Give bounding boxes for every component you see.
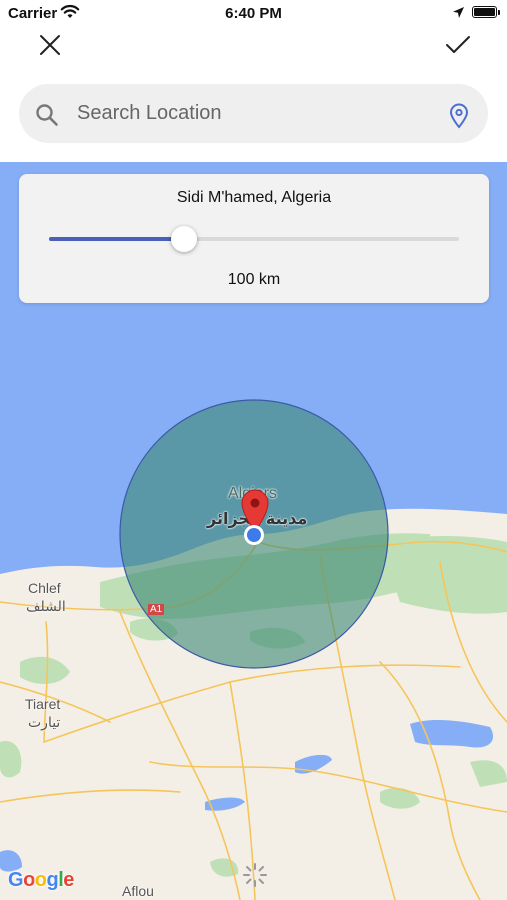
loading-spinner-icon (243, 863, 267, 887)
radius-slider-thumb[interactable] (171, 226, 198, 252)
location-services-icon (452, 6, 465, 24)
map-label-tiaret-ar: تيارت (28, 714, 61, 730)
search-icon (35, 103, 59, 132)
map-label-tiaret: Tiaret (25, 696, 61, 712)
search-bar[interactable] (19, 84, 488, 143)
close-button[interactable] (30, 30, 70, 60)
map-label-chlef: Chlef (28, 580, 61, 596)
radius-slider[interactable] (49, 226, 459, 252)
battery-icon (472, 6, 497, 18)
checkmark-icon (446, 36, 470, 53)
selected-location-label: Sidi M'hamed, Algeria (176, 189, 332, 206)
search-input[interactable] (77, 94, 437, 132)
close-icon (40, 35, 60, 55)
current-location-dot (244, 525, 264, 545)
map-label-aflou: Aflou (122, 883, 154, 899)
clock: 6:40 PM (225, 5, 282, 22)
radius-card: Sidi M'hamed, Algeria 100 km (19, 174, 489, 303)
location-pin-icon[interactable] (449, 103, 469, 134)
battery-cap (498, 10, 500, 15)
highway-shield: A1 (148, 604, 165, 615)
map-label-chlef-ar: الشلف (26, 598, 66, 614)
status-bar: Carrier 6:40 PM (0, 0, 507, 28)
radius-distance-label: 100 km (227, 271, 281, 288)
google-logo: Google (8, 869, 74, 891)
confirm-button[interactable] (438, 30, 478, 60)
radius-slider-fill (49, 237, 185, 241)
